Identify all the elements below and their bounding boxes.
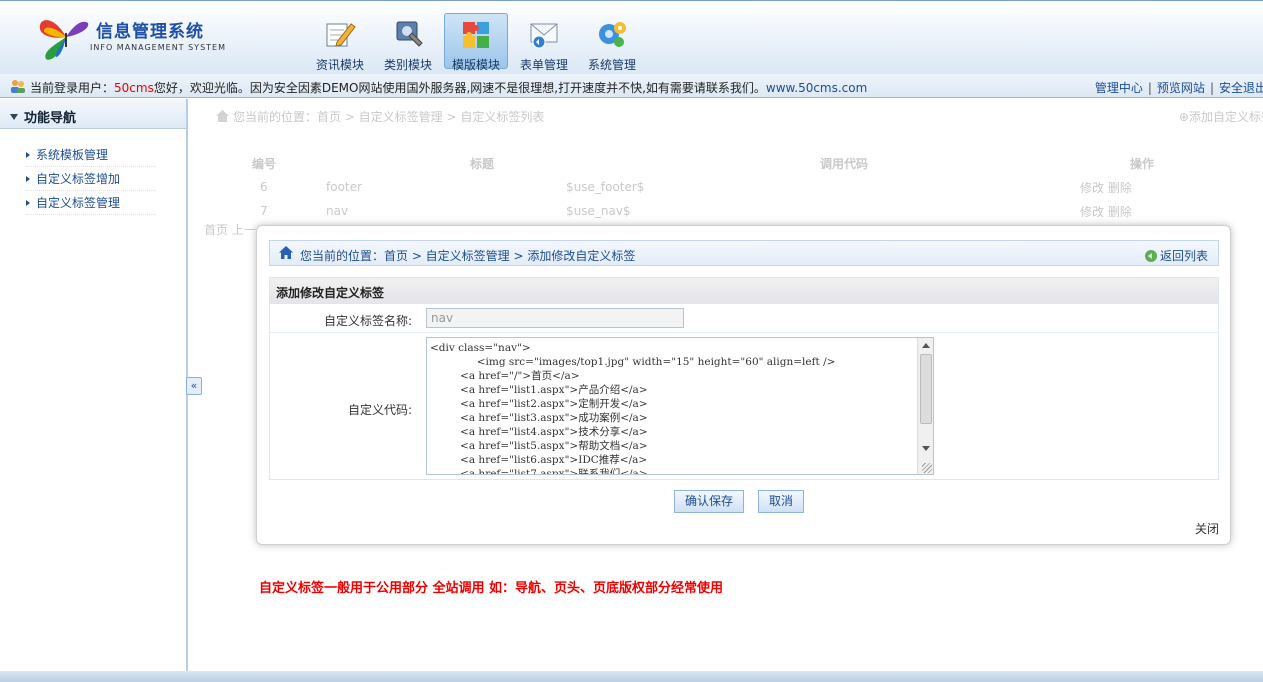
footer-bar — [0, 671, 1263, 682]
sidebar-item-template-manage[interactable]: 系统模板管理 — [26, 143, 156, 167]
welcome-prefix: 当前登录用户： — [30, 81, 115, 95]
col-ops: 操作 — [1130, 156, 1155, 171]
row-code: $use_nav$ — [566, 204, 631, 218]
module-template[interactable]: 模版模块 — [444, 13, 508, 72]
table-header-row: 编号 标题 调用代码 操作 — [230, 151, 1263, 175]
tag-code-label: 自定义代码: — [347, 403, 412, 417]
welcome-message: 当前登录用户：50cms您好，欢迎光临。因为安全因素DEMO网站使用国外服务器,… — [30, 79, 867, 96]
module-toolbar: 资讯模块 类别模块 模版模块 表单管理 系统管理 — [308, 13, 644, 72]
save-button[interactable]: 确认保存 — [674, 490, 745, 513]
scroll-thumb[interactable] — [920, 354, 932, 424]
tag-code-textarea[interactable]: <div class="nav"> <img src="images/top1.… — [426, 337, 934, 475]
welcome-text: 您好，欢迎光临。因为安全因素DEMO网站使用国外服务器,网速不是很理想,打开速度… — [153, 81, 766, 95]
table-row: 6 footer $use_footer$ 修改 删除 — [230, 175, 1263, 199]
mail-icon — [530, 23, 558, 49]
add-tag-label: 添加自定义标签 — [1188, 110, 1263, 124]
row-id: 6 — [260, 180, 268, 194]
module-category[interactable]: 类别模块 — [376, 13, 440, 72]
module-category-label: 类别模块 — [383, 58, 432, 72]
col-id: 编号 — [252, 156, 277, 171]
sidebar: 功能导航 系统模板管理 自定义标签增加 自定义标签管理 — [0, 99, 188, 671]
separator: | — [1209, 81, 1214, 95]
info-bar: 当前登录用户：50cms您好，欢迎光临。因为安全因素DEMO网站使用国外服务器,… — [0, 74, 1263, 98]
pencil-notepad-icon — [326, 23, 356, 47]
preview-site-link[interactable]: 预览网站 — [1157, 81, 1205, 95]
caret-down-icon — [10, 114, 18, 120]
resize-grip-icon[interactable] — [922, 463, 932, 473]
tag-name-label: 自定义标签名称: — [323, 314, 412, 328]
cancel-button[interactable]: 取消 — [758, 490, 805, 513]
sidebar-title-text: 功能导航 — [24, 111, 77, 126]
admin-center-link[interactable]: 管理中心 — [1095, 81, 1143, 95]
module-form-label: 表单管理 — [519, 58, 568, 72]
edit-tag-dialog: 您当前的位置：首页 > 自定义标签管理 > 添加修改自定义标签 返回列表 添加修… — [256, 225, 1231, 545]
current-username: 50cms — [114, 81, 154, 95]
row-ops[interactable]: 修改 删除 — [950, 175, 1263, 199]
row-ops[interactable]: 修改 删除 — [950, 199, 1263, 223]
pager[interactable]: 首页 上一 — [204, 221, 256, 238]
module-news-label: 资讯模块 — [315, 58, 364, 72]
logo-subtitle: INFO MANAGEMENT SYSTEM — [90, 43, 226, 52]
tag-code-content: <div class="nav"> <img src="images/top1.… — [430, 342, 836, 475]
col-title: 标题 — [470, 156, 495, 171]
puzzle-icon — [463, 22, 489, 48]
tools-icon — [396, 21, 423, 47]
add-icon: ⊕ — [1178, 110, 1189, 124]
usage-note: 自定义标签一般用于公用部分 全站调用 如：导航、页头、页底版权部分经常使用 — [259, 581, 724, 596]
sidebar-item-label: 自定义标签管理 — [36, 196, 121, 210]
add-tag-link[interactable]: ⊕添加自定义标签 — [1179, 108, 1263, 125]
module-template-label: 模版模块 — [451, 58, 500, 72]
arrow-right-icon — [26, 200, 30, 206]
separator: | — [1147, 81, 1152, 95]
background-breadcrumb-text: 您当前的位置：首页 > 自定义标签管理 > 自定义标签列表 — [233, 110, 545, 124]
form-title: 添加修改自定义标签 — [270, 278, 1218, 304]
module-form[interactable]: 表单管理 — [512, 13, 576, 72]
tag-table: 编号 标题 调用代码 操作 6 footer $use_footer$ 修改 删… — [230, 151, 1263, 223]
row-title: footer — [326, 180, 362, 194]
home-icon — [279, 246, 293, 259]
form-row-code: 自定义代码: <div class="nav"> <img src="image… — [270, 333, 1218, 479]
form-row-name: 自定义标签名称: — [270, 304, 1218, 333]
background-breadcrumb: 您当前的位置：首页 > 自定义标签管理 > 自定义标签列表 — [216, 108, 544, 125]
sidebar-item-label: 自定义标签增加 — [36, 172, 121, 186]
row-code: $use_footer$ — [566, 180, 645, 194]
top-header: 信息管理系统 INFO MANAGEMENT SYSTEM 资讯模块 类别模块 — [0, 0, 1263, 74]
logout-link[interactable]: 安全退出 — [1219, 81, 1263, 95]
back-to-list-link[interactable]: 返回列表 — [1144, 247, 1208, 264]
tag-name-input[interactable] — [426, 308, 684, 328]
form-buttons: 确认保存 取消 — [674, 490, 805, 513]
sidebar-item-tag-add[interactable]: 自定义标签增加 — [26, 167, 156, 191]
scroll-up-icon[interactable] — [922, 343, 930, 348]
butterfly-logo-icon — [39, 20, 89, 60]
tag-form: 添加修改自定义标签 自定义标签名称: 自定义代码: <div class="na… — [269, 277, 1219, 480]
sidebar-title[interactable]: 功能导航 — [0, 99, 186, 129]
logo-title: 信息管理系统 — [96, 22, 204, 42]
row-id: 7 — [260, 204, 268, 218]
sidebar-item-label: 系统模板管理 — [36, 148, 109, 162]
module-news[interactable]: 资讯模块 — [308, 13, 372, 72]
dialog-breadcrumb: 您当前的位置：首页 > 自定义标签管理 > 添加修改自定义标签 — [300, 249, 636, 263]
dialog-breadcrumb-bar: 您当前的位置：首页 > 自定义标签管理 > 添加修改自定义标签 返回列表 — [269, 240, 1219, 266]
site-url: www.50cms.com — [765, 81, 868, 95]
col-code: 调用代码 — [820, 156, 869, 171]
home-icon — [216, 110, 229, 122]
sidebar-item-tag-manage[interactable]: 自定义标签管理 — [26, 191, 156, 215]
arrow-right-icon — [26, 176, 30, 182]
gears-icon — [599, 22, 626, 47]
textarea-scrollbar[interactable] — [917, 338, 933, 474]
arrow-right-icon — [26, 152, 30, 158]
users-icon — [11, 80, 25, 93]
row-title: nav — [326, 204, 349, 218]
table-row: 7 nav $use_nav$ 修改 删除 — [230, 199, 1263, 223]
close-dialog-link[interactable]: 关闭 — [1195, 520, 1219, 537]
module-system-label: 系统管理 — [587, 58, 636, 72]
module-system[interactable]: 系统管理 — [580, 13, 644, 72]
sidebar-menu: 系统模板管理 自定义标签增加 自定义标签管理 — [0, 129, 186, 215]
top-links: 管理中心 | 预览网站 | 安全退出 — [1095, 79, 1263, 96]
logo: 信息管理系统 INFO MANAGEMENT SYSTEM — [36, 11, 236, 63]
back-to-list-label: 返回列表 — [1159, 249, 1208, 263]
scroll-down-icon[interactable] — [922, 446, 930, 451]
back-arrow-icon — [1144, 250, 1157, 262]
